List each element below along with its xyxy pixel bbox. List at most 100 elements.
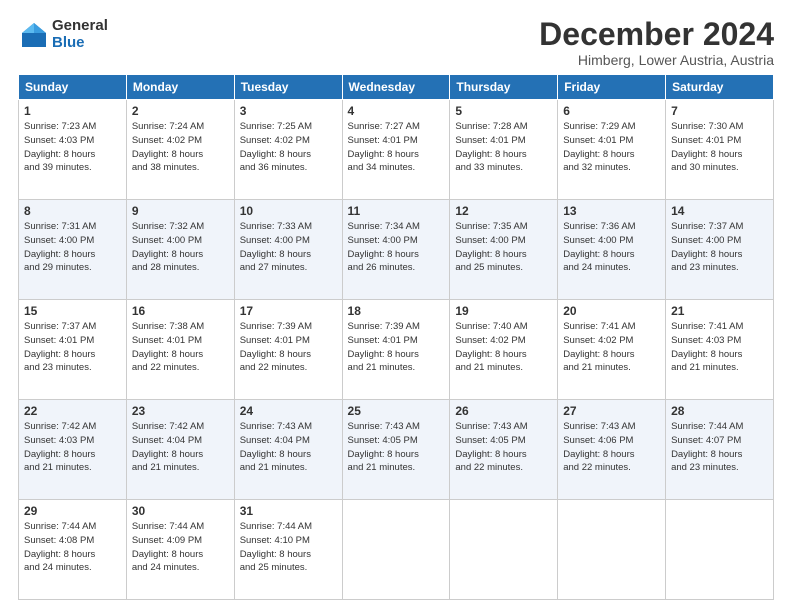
empty-cell: [450, 500, 558, 600]
day-cell-3: 3 Sunrise: 7:25 AM Sunset: 4:02 PM Daylig…: [234, 100, 342, 200]
logo-general: General: [52, 18, 108, 35]
day-number: 12: [455, 204, 552, 218]
day-info: Sunrise: 7:27 AM Sunset: 4:01 PM Dayligh…: [348, 120, 445, 175]
day-info: Sunrise: 7:36 AM Sunset: 4:00 PM Dayligh…: [563, 220, 660, 275]
day-info: Sunrise: 7:43 AM Sunset: 4:04 PM Dayligh…: [240, 420, 337, 475]
day-cell-25: 25Sunrise: 7:43 AM Sunset: 4:05 PM Dayli…: [342, 400, 450, 500]
location: Himberg, Lower Austria, Austria: [539, 52, 774, 68]
day-cell-12: 12 Sunrise: 7:35 AM Sunset: 4:00 PM Dayli…: [450, 200, 558, 300]
logo-text: General Blue: [52, 18, 108, 51]
day-cell-26: 26 Sunrise: 7:43 AM Sunset: 4:05 PM Dayli…: [450, 400, 558, 500]
day-info: Sunrise: 7:43 AM Sunset: 4:06 PM Dayligh…: [563, 420, 660, 475]
day-cell-11: 11 Sunrise: 7:34 AM Sunset: 4:00 PM Dayli…: [342, 200, 450, 300]
header-cell-saturday: Saturday: [666, 75, 774, 100]
day-info: Sunrise: 7:43 AM Sunset: 4:05 PM Dayligh…: [455, 420, 552, 475]
page: General Blue December 2024 Himberg, Lowe…: [0, 0, 792, 612]
day-cell-17: 17 Sunrise: 7:39 AM Sunset: 4:01 PM Dayli…: [234, 300, 342, 400]
day-number: 24: [240, 404, 337, 418]
title-block: December 2024 Himberg, Lower Austria, Au…: [539, 18, 774, 68]
day-number: 4: [348, 104, 445, 118]
day-info: Sunrise: 7:35 AM Sunset: 4:00 PM Dayligh…: [455, 220, 552, 275]
day-cell-29: 29Sunrise: 7:44 AM Sunset: 4:08 PM Dayli…: [19, 500, 127, 600]
day-cell-10: 10Sunrise: 7:33 AM Sunset: 4:00 PM Dayli…: [234, 200, 342, 300]
header-cell-wednesday: Wednesday: [342, 75, 450, 100]
day-number: 17: [240, 304, 337, 318]
day-info: Sunrise: 7:33 AM Sunset: 4:00 PM Dayligh…: [240, 220, 337, 275]
logo: General Blue: [18, 18, 108, 51]
day-cell-9: 9 Sunrise: 7:32 AM Sunset: 4:00 PM Daylig…: [126, 200, 234, 300]
week-row-2: 8Sunrise: 7:31 AM Sunset: 4:00 PM Daylig…: [19, 200, 774, 300]
day-cell-1: 1 Sunrise: 7:23 AM Sunset: 4:03 PM Daylig…: [19, 100, 127, 200]
day-number: 31: [240, 504, 337, 518]
day-cell-23: 23 Sunrise: 7:42 AM Sunset: 4:04 PM Dayli…: [126, 400, 234, 500]
day-cell-31: 31 Sunrise: 7:44 AM Sunset: 4:10 PM Dayli…: [234, 500, 342, 600]
day-info: Sunrise: 7:32 AM Sunset: 4:00 PM Dayligh…: [132, 220, 229, 275]
day-number: 8: [24, 204, 121, 218]
header-cell-monday: Monday: [126, 75, 234, 100]
day-number: 28: [671, 404, 768, 418]
day-cell-18: 18Sunrise: 7:39 AM Sunset: 4:01 PM Dayli…: [342, 300, 450, 400]
week-row-5: 29Sunrise: 7:44 AM Sunset: 4:08 PM Dayli…: [19, 500, 774, 600]
day-info: Sunrise: 7:24 AM Sunset: 4:02 PM Dayligh…: [132, 120, 229, 175]
header-cell-tuesday: Tuesday: [234, 75, 342, 100]
day-info: Sunrise: 7:28 AM Sunset: 4:01 PM Dayligh…: [455, 120, 552, 175]
logo-icon: [18, 19, 50, 51]
day-number: 9: [132, 204, 229, 218]
day-info: Sunrise: 7:43 AM Sunset: 4:05 PM Dayligh…: [348, 420, 445, 475]
empty-cell: [342, 500, 450, 600]
day-cell-4: 4 Sunrise: 7:27 AM Sunset: 4:01 PM Daylig…: [342, 100, 450, 200]
day-number: 2: [132, 104, 229, 118]
day-cell-5: 5 Sunrise: 7:28 AM Sunset: 4:01 PM Daylig…: [450, 100, 558, 200]
day-info: Sunrise: 7:44 AM Sunset: 4:08 PM Dayligh…: [24, 520, 121, 575]
empty-cell: [666, 500, 774, 600]
day-info: Sunrise: 7:30 AM Sunset: 4:01 PM Dayligh…: [671, 120, 768, 175]
empty-cell: [558, 500, 666, 600]
day-info: Sunrise: 7:39 AM Sunset: 4:01 PM Dayligh…: [240, 320, 337, 375]
day-info: Sunrise: 7:42 AM Sunset: 4:04 PM Dayligh…: [132, 420, 229, 475]
day-cell-24: 24 Sunrise: 7:43 AM Sunset: 4:04 PM Dayli…: [234, 400, 342, 500]
day-cell-20: 20Sunrise: 7:41 AM Sunset: 4:02 PM Dayli…: [558, 300, 666, 400]
day-number: 1: [24, 104, 121, 118]
week-row-3: 15Sunrise: 7:37 AM Sunset: 4:01 PM Dayli…: [19, 300, 774, 400]
day-number: 27: [563, 404, 660, 418]
logo-blue: Blue: [52, 35, 108, 52]
day-cell-15: 15Sunrise: 7:37 AM Sunset: 4:01 PM Dayli…: [19, 300, 127, 400]
day-info: Sunrise: 7:34 AM Sunset: 4:00 PM Dayligh…: [348, 220, 445, 275]
day-number: 30: [132, 504, 229, 518]
day-cell-19: 19 Sunrise: 7:40 AM Sunset: 4:02 PM Dayli…: [450, 300, 558, 400]
month-title: December 2024: [539, 18, 774, 50]
day-number: 26: [455, 404, 552, 418]
day-number: 20: [563, 304, 660, 318]
day-info: Sunrise: 7:44 AM Sunset: 4:10 PM Dayligh…: [240, 520, 337, 575]
week-row-4: 22Sunrise: 7:42 AM Sunset: 4:03 PM Dayli…: [19, 400, 774, 500]
calendar-table: SundayMondayTuesdayWednesdayThursdayFrid…: [18, 74, 774, 600]
header-row: SundayMondayTuesdayWednesdayThursdayFrid…: [19, 75, 774, 100]
day-info: Sunrise: 7:39 AM Sunset: 4:01 PM Dayligh…: [348, 320, 445, 375]
day-number: 16: [132, 304, 229, 318]
day-number: 21: [671, 304, 768, 318]
day-info: Sunrise: 7:41 AM Sunset: 4:03 PM Dayligh…: [671, 320, 768, 375]
day-number: 3: [240, 104, 337, 118]
day-number: 11: [348, 204, 445, 218]
day-cell-6: 6Sunrise: 7:29 AM Sunset: 4:01 PM Daylig…: [558, 100, 666, 200]
day-info: Sunrise: 7:40 AM Sunset: 4:02 PM Dayligh…: [455, 320, 552, 375]
header: General Blue December 2024 Himberg, Lowe…: [18, 18, 774, 68]
day-info: Sunrise: 7:29 AM Sunset: 4:01 PM Dayligh…: [563, 120, 660, 175]
day-number: 14: [671, 204, 768, 218]
day-cell-27: 27 Sunrise: 7:43 AM Sunset: 4:06 PM Dayli…: [558, 400, 666, 500]
day-number: 23: [132, 404, 229, 418]
day-info: Sunrise: 7:44 AM Sunset: 4:07 PM Dayligh…: [671, 420, 768, 475]
day-info: Sunrise: 7:44 AM Sunset: 4:09 PM Dayligh…: [132, 520, 229, 575]
header-cell-thursday: Thursday: [450, 75, 558, 100]
day-cell-16: 16Sunrise: 7:38 AM Sunset: 4:01 PM Dayli…: [126, 300, 234, 400]
day-number: 15: [24, 304, 121, 318]
day-cell-7: 7Sunrise: 7:30 AM Sunset: 4:01 PM Daylig…: [666, 100, 774, 200]
day-cell-22: 22Sunrise: 7:42 AM Sunset: 4:03 PM Dayli…: [19, 400, 127, 500]
day-info: Sunrise: 7:25 AM Sunset: 4:02 PM Dayligh…: [240, 120, 337, 175]
day-number: 5: [455, 104, 552, 118]
header-cell-sunday: Sunday: [19, 75, 127, 100]
day-number: 19: [455, 304, 552, 318]
week-row-1: 1 Sunrise: 7:23 AM Sunset: 4:03 PM Daylig…: [19, 100, 774, 200]
day-info: Sunrise: 7:23 AM Sunset: 4:03 PM Dayligh…: [24, 120, 121, 175]
day-cell-8: 8Sunrise: 7:31 AM Sunset: 4:00 PM Daylig…: [19, 200, 127, 300]
